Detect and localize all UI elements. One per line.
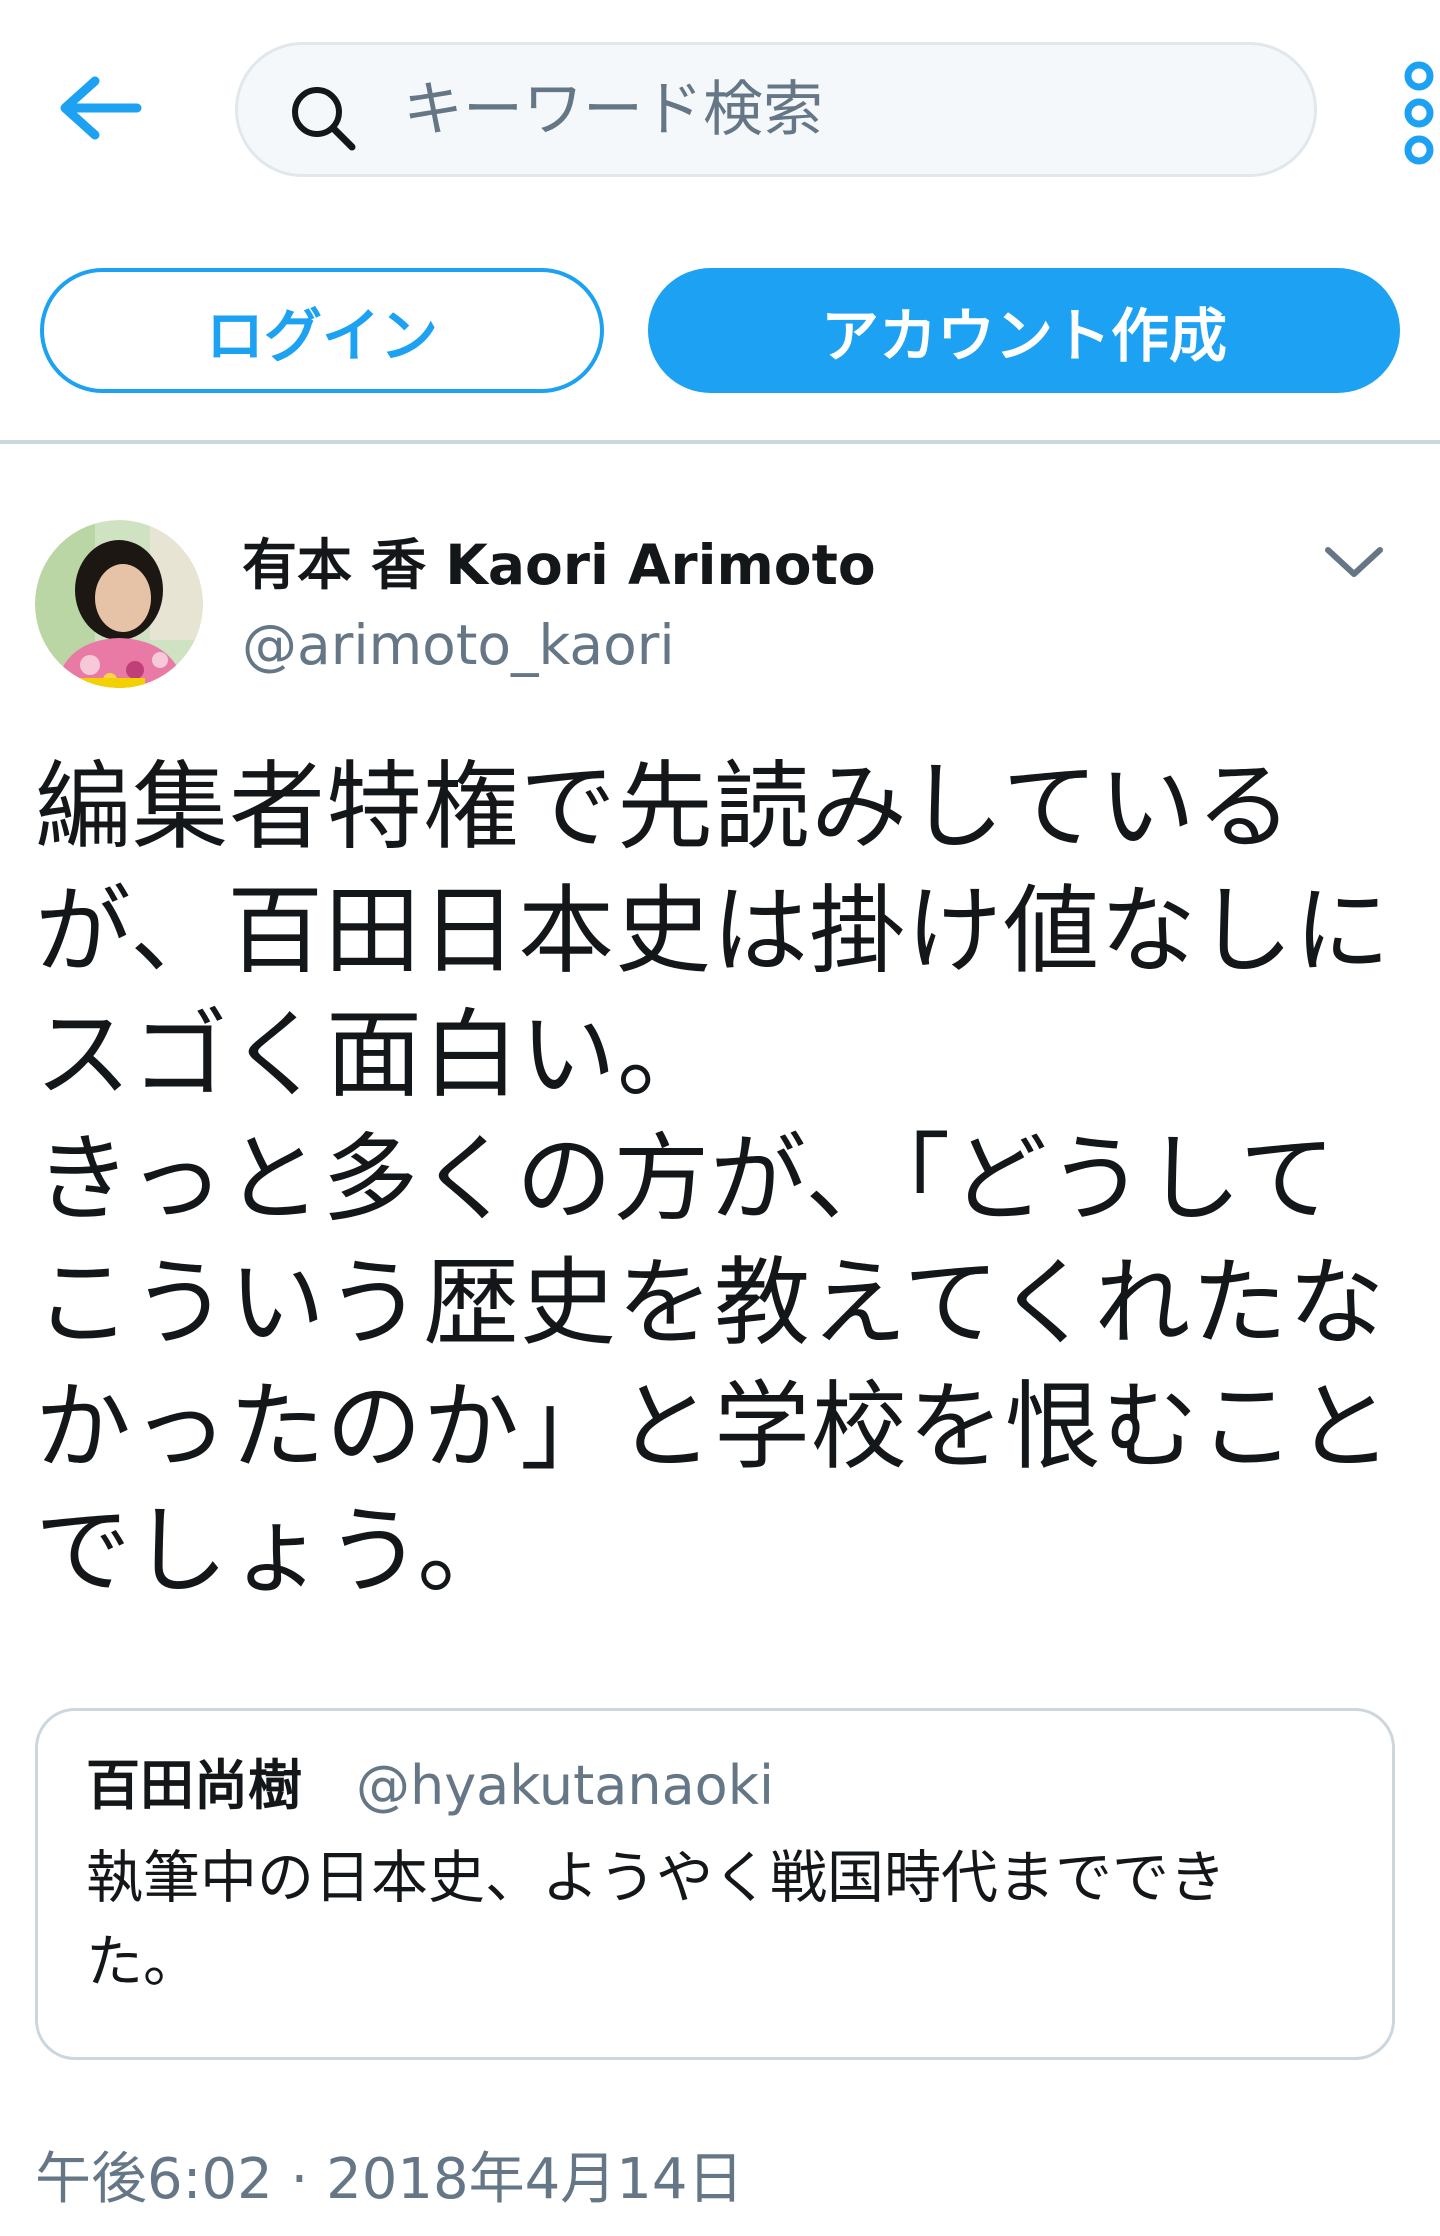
- quoted-tweet-text: 執筆中の日本史、ようやく戦国時代までできた。: [86, 1845, 1226, 1995]
- avatar[interactable]: [35, 520, 203, 688]
- author-display-name[interactable]: 有本 香 Kaori Arimoto: [242, 525, 876, 605]
- chevron-down-icon: [1325, 547, 1383, 577]
- create-account-button[interactable]: アカウント作成: [648, 268, 1400, 393]
- author-handle[interactable]: @arimoto_kaori: [242, 605, 675, 685]
- login-button-label: ログイン: [205, 301, 438, 370]
- arrow-left-icon: [60, 76, 142, 140]
- quoted-author-handle: @hyakutanaoki: [356, 1754, 774, 1817]
- tweet-timestamp[interactable]: 午後6:02 · 2018年4月14日: [35, 2140, 744, 2220]
- quoted-tweet-card[interactable]: 百田尚樹 @hyakutanaoki 執筆中の日本史、ようやく戦国時代までできた…: [35, 1708, 1395, 2060]
- search-input[interactable]: [403, 45, 1283, 174]
- more-options-button[interactable]: [1398, 58, 1440, 168]
- avatar-photo: [35, 520, 203, 688]
- header-divider: [0, 440, 1440, 444]
- vertical-dots-icon: [1404, 61, 1434, 165]
- quoted-author-name: 百田尚樹: [86, 1754, 302, 1817]
- search-bar[interactable]: [235, 42, 1317, 177]
- login-button[interactable]: ログイン: [40, 268, 604, 393]
- back-button[interactable]: [50, 68, 150, 148]
- tweet-text: 編集者特権で先読みしている が、百田日本史は掛け値なしに スゴく面白い。 きっと…: [35, 751, 1393, 1607]
- search-icon: [292, 87, 356, 151]
- tweet-menu-button[interactable]: [1318, 530, 1390, 594]
- tweet-page: ログイン アカウント作成: [0, 0, 1440, 2236]
- create-account-button-label: アカウント作成: [820, 301, 1227, 370]
